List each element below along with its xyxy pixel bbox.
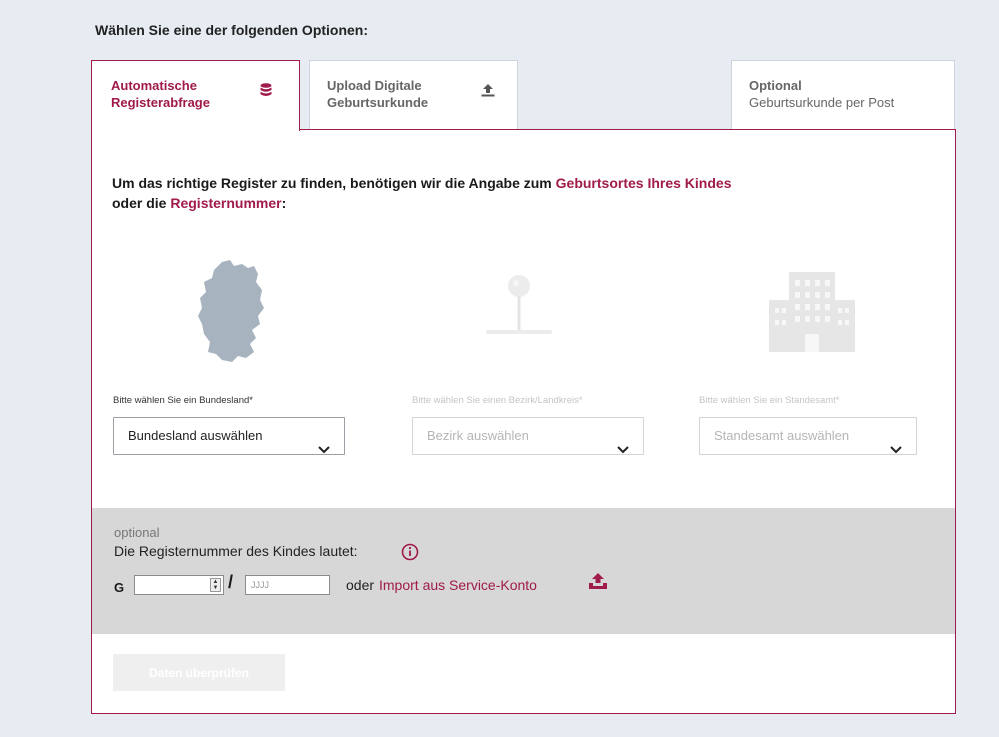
intro-part1: Um das richtige Register zu finden, benö…	[112, 175, 556, 191]
or-text: oder	[346, 577, 375, 593]
registernummer-section: optional Die Registernummer des Kindes l…	[92, 508, 955, 634]
register-number-input[interactable]: ▲ ▼	[134, 575, 224, 595]
tab-label-line1: Optional	[749, 78, 802, 93]
tab-label-line1: Automatische	[111, 78, 197, 93]
chevron-down-icon	[890, 432, 902, 468]
page-heading: Wählen Sie eine der folgenden Optionen:	[95, 22, 369, 38]
germany-map-icon	[194, 258, 274, 373]
standesamt-select[interactable]: Standesamt auswählen	[699, 417, 917, 455]
building-icon	[767, 270, 857, 357]
register-separator: /	[228, 572, 234, 592]
register-prefix: G	[114, 580, 125, 595]
intro-part3: :	[281, 195, 287, 211]
bundesland-label: Bitte wählen Sie ein Bundesland*	[113, 395, 253, 406]
upload-icon	[481, 83, 495, 102]
standesamt-select-value: Standesamt auswählen	[714, 428, 850, 443]
optional-label: optional	[114, 525, 160, 540]
bezirk-select[interactable]: Bezirk auswählen	[412, 417, 644, 455]
check-data-button[interactable]: Daten überprüfen	[113, 654, 285, 691]
tab-label-line2: Registerabfrage	[111, 95, 210, 110]
intro-part2: oder die	[112, 195, 171, 211]
intro-highlight-registernummer: Registernummer	[170, 195, 282, 211]
tab-upload-digitale-geburtsurkunde[interactable]: Upload Digitale Geburtsurkunde	[309, 60, 518, 129]
intro-text: Um das richtige Register zu finden, benö…	[112, 173, 872, 213]
bundesland-select-value: Bundesland auswählen	[128, 428, 263, 443]
tab-optional-geburtsurkunde-per-post[interactable]: Optional Geburtsurkunde per Post	[731, 60, 955, 129]
map-pin-icon	[484, 272, 554, 347]
intro-highlight-birthplace: Geburtsortes Ihres Kindes	[555, 175, 732, 191]
chevron-down-icon	[318, 432, 330, 468]
number-spinner[interactable]: ▲ ▼	[210, 578, 221, 592]
tab-label-line1: Upload Digitale	[327, 78, 422, 93]
tab-label-line2: Geburtsurkunde	[327, 95, 429, 110]
chevron-down-icon	[617, 432, 629, 468]
bezirk-label: Bitte wählen Sie einen Bezirk/Landkreis*	[412, 395, 583, 406]
upload-icon[interactable]	[588, 572, 608, 595]
register-year-input[interactable]: JJJJ	[245, 575, 330, 595]
tab-automatische-registerabfrage[interactable]: Automatische Registerabfrage	[91, 60, 300, 131]
bundesland-select[interactable]: Bundesland auswählen	[113, 417, 345, 455]
tab-label-line2: Geburtsurkunde per Post	[749, 95, 895, 110]
import-service-konto-link[interactable]: Import aus Service-Konto	[379, 577, 537, 593]
database-icon	[260, 83, 272, 102]
standesamt-label: Bitte wählen Sie ein Standesamt*	[699, 395, 840, 406]
registernummer-label: Die Registernummer des Kindes lautet:	[114, 543, 358, 559]
registerabfrage-panel: Um das richtige Register zu finden, benö…	[91, 129, 956, 714]
info-icon[interactable]	[401, 543, 419, 566]
bezirk-select-value: Bezirk auswählen	[427, 428, 529, 443]
